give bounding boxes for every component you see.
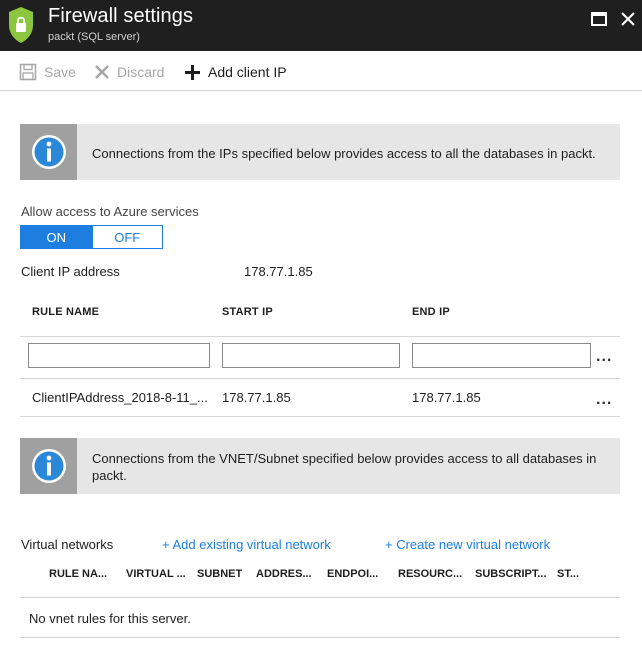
- page-title: Firewall settings: [48, 5, 194, 27]
- more-options-icon[interactable]: ...: [596, 348, 612, 366]
- azure-access-label: Allow access to Azure services: [21, 204, 199, 219]
- info-banner-vnet: Connections from the VNET/Subnet specifi…: [20, 438, 620, 494]
- maximize-icon[interactable]: [590, 10, 608, 28]
- vnet-column-header: ENDPOI...: [327, 568, 379, 580]
- info-banner-ip: Connections from the IPs specified below…: [20, 124, 620, 180]
- plus-icon: [185, 64, 200, 80]
- vnet-column-header: SUBSCRIPT...: [475, 568, 547, 580]
- discard-x-icon: [95, 65, 109, 79]
- save-button[interactable]: Save: [19, 62, 76, 82]
- divider: [20, 336, 620, 337]
- row-more-options-icon[interactable]: ...: [596, 391, 612, 409]
- add-existing-vnet-link[interactable]: + Add existing virtual network: [162, 537, 331, 552]
- column-header-rule-name: RULE NAME: [32, 306, 100, 318]
- divider: [20, 378, 620, 379]
- add-client-ip-button[interactable]: Add client IP: [184, 62, 287, 82]
- azure-access-toggle: ON OFF: [20, 225, 163, 249]
- column-header-start-ip: START IP: [222, 306, 273, 318]
- info-banner-text: Connections from the IPs specified below…: [92, 146, 596, 161]
- rule-name-cell: ClientIPAddress_2018-8-11_...: [32, 390, 208, 405]
- column-header-end-ip: END IP: [412, 306, 450, 318]
- vnet-column-header: RULE NA...: [49, 568, 108, 580]
- virtual-networks-label: Virtual networks: [21, 537, 114, 552]
- info-icon: [31, 135, 66, 169]
- empty-state-message: No vnet rules for this server.: [29, 611, 191, 626]
- info-icon-box: [20, 124, 77, 180]
- shield-lock-icon: [9, 7, 33, 43]
- info-icon: [31, 449, 66, 483]
- divider: [20, 597, 620, 598]
- info-icon-box: [20, 438, 77, 494]
- client-ip-value: 178.77.1.85: [244, 264, 313, 279]
- start-ip-cell: 178.77.1.85: [222, 390, 291, 405]
- vnet-column-header: SUBNET: [197, 568, 243, 580]
- vnet-column-header: ADDRES...: [256, 568, 312, 580]
- rule-name-input[interactable]: [28, 343, 210, 368]
- start-ip-input[interactable]: [222, 343, 400, 368]
- divider: [20, 416, 620, 417]
- blade-header: Firewall settings packt (SQL server): [0, 0, 642, 51]
- divider: [20, 637, 620, 638]
- command-bar: Save Discard Add client IP: [0, 51, 642, 91]
- vnet-column-header: ST...: [557, 568, 580, 580]
- discard-button[interactable]: Discard: [94, 62, 164, 82]
- info-banner-text: Connections from the VNET/Subnet specifi…: [92, 451, 597, 483]
- save-icon: [19, 63, 37, 81]
- add-client-ip-label: Add client IP: [208, 64, 287, 80]
- end-ip-cell: 178.77.1.85: [412, 390, 481, 405]
- toggle-off-option[interactable]: OFF: [91, 226, 162, 248]
- client-ip-label: Client IP address: [21, 264, 120, 279]
- vnet-column-header: RESOURC...: [398, 568, 463, 580]
- create-new-vnet-link[interactable]: + Create new virtual network: [385, 537, 550, 552]
- end-ip-input[interactable]: [412, 343, 591, 368]
- save-label: Save: [44, 64, 76, 80]
- vnet-column-header: VIRTUAL ...: [126, 568, 186, 580]
- toggle-on-option[interactable]: ON: [21, 226, 92, 248]
- close-icon[interactable]: [619, 10, 637, 28]
- page-subtitle: packt (SQL server): [48, 31, 140, 43]
- discard-label: Discard: [117, 64, 165, 80]
